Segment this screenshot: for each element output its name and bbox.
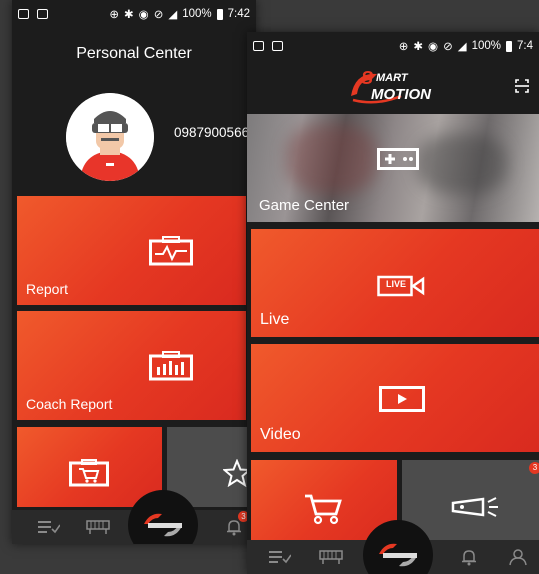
logo-word-motion: MOTION	[371, 86, 431, 103]
bluetooth-icon: ✱	[124, 9, 134, 21]
chart-card-icon	[149, 236, 193, 266]
gamepad-icon	[377, 148, 419, 170]
background-blur	[417, 134, 507, 194]
keyboard-icon[interactable]	[319, 549, 343, 565]
shop-icon	[69, 459, 109, 487]
clock: 7:4	[517, 40, 533, 52]
status-bar-right: ⊕ ✱ ◉ ⊘ ◢ 100% 7:4	[247, 32, 539, 60]
smart-motion-logo-icon	[379, 543, 417, 567]
scan-icon[interactable]	[515, 79, 529, 93]
projector-icon	[451, 497, 498, 517]
location-icon: ◉	[138, 9, 149, 21]
signal-icon: ◢	[457, 41, 467, 53]
report-tile[interactable]: Report	[17, 196, 246, 305]
smart-motion-logo-icon	[144, 513, 182, 537]
coach-report-label: Coach Report	[26, 396, 113, 412]
cart-icon	[305, 494, 342, 525]
home-logo-button[interactable]	[128, 490, 198, 544]
code-icon	[272, 41, 283, 51]
battery-percent: 100%	[182, 8, 212, 20]
game-center-tile[interactable]: Game Center	[247, 114, 539, 222]
user-avatar-icon	[66, 93, 154, 181]
task-list-icon[interactable]	[269, 550, 291, 564]
live-tile[interactable]: LIVE Live	[251, 229, 539, 337]
code-icon	[37, 9, 48, 19]
bluetooth-icon: ✱	[413, 41, 424, 53]
logo-word-mart: MART	[376, 72, 408, 84]
bell-icon[interactable]	[461, 548, 477, 566]
home-logo-button[interactable]	[363, 520, 433, 574]
battery-percent: 100%	[471, 40, 501, 52]
app-header: S MART MOTION	[247, 60, 539, 112]
video-label: Video	[260, 426, 301, 443]
live-badge: LIVE	[385, 279, 406, 289]
location-icon: ◉	[428, 41, 439, 53]
phone-number: 0987900566	[174, 125, 250, 140]
no-sim-icon: ⊘	[443, 41, 453, 53]
live-label: Live	[260, 311, 290, 328]
coach-report-tile[interactable]: Coach Report	[17, 311, 246, 420]
clock: 7:42	[227, 8, 250, 20]
background-blur	[287, 124, 377, 194]
game-center-label: Game Center	[259, 197, 350, 214]
avatar[interactable]	[66, 93, 154, 181]
page-title: Personal Center	[76, 45, 192, 62]
bar-chart-icon	[149, 351, 193, 381]
status-bar: ⊕ ✱ ◉ ⊘ ◢ 100% 7:42	[12, 0, 256, 28]
no-sim-icon: ⊘	[153, 9, 164, 21]
profile-icon[interactable]	[509, 548, 527, 566]
report-label: Report	[26, 281, 69, 297]
task-list-icon[interactable]	[38, 520, 60, 534]
play-icon	[379, 386, 425, 412]
personal-center-screen: ⊕ ✱ ◉ ⊘ ◢ 100% 7:42 Personal Center 0987…	[12, 0, 256, 544]
smart-motion-logo: S MART MOTION	[347, 66, 457, 108]
signal-icon: ◢	[168, 9, 178, 21]
image-icon	[253, 41, 264, 51]
battery-icon	[506, 40, 512, 52]
notification-badge: 3	[529, 462, 539, 474]
sync-icon: ⊕	[398, 41, 409, 53]
image-icon	[18, 9, 29, 19]
battery-icon	[216, 8, 223, 20]
sync-icon: ⊕	[109, 9, 119, 21]
keyboard-icon[interactable]	[86, 519, 110, 535]
video-tile[interactable]: Video	[251, 344, 539, 452]
home-screen: ⊕ ✱ ◉ ⊘ ◢ 100% 7:4 S MART MOTION Game Ce…	[247, 32, 539, 574]
